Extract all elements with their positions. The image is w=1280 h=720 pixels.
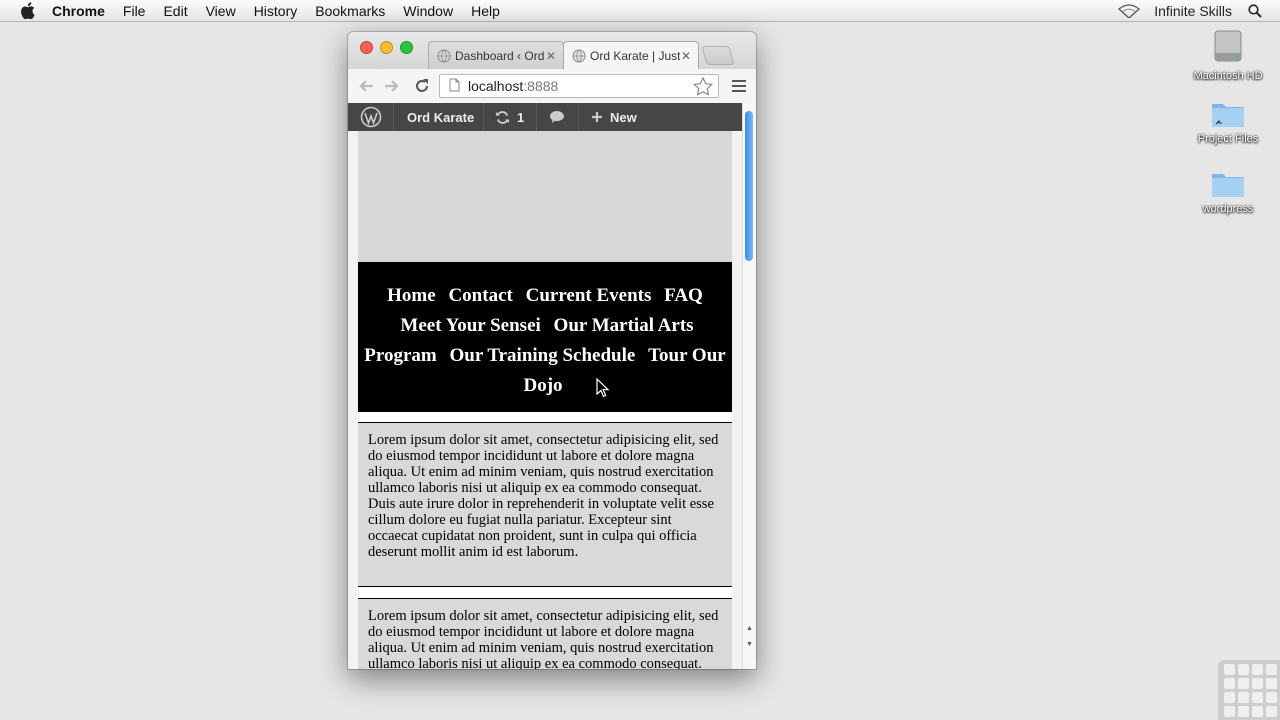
menu-bookmarks[interactable]: Bookmarks xyxy=(315,3,385,19)
forward-arrow-icon[interactable] xyxy=(382,76,402,96)
url-port: :8888 xyxy=(523,78,559,94)
site-navigation: Home Contact Current Events FAQ Meet You… xyxy=(358,262,732,412)
updates-icon xyxy=(495,110,510,124)
desktop-icon-macintosh-hd[interactable]: Macintosh HD xyxy=(1188,29,1268,82)
globe-icon xyxy=(437,49,451,62)
folder-icon xyxy=(1188,100,1268,131)
nav-contact[interactable]: Contact xyxy=(448,285,512,306)
content-box: Lorem ipsum dolor sit amet, consectetur … xyxy=(358,422,732,587)
nav-home[interactable]: Home xyxy=(387,285,436,306)
zoom-window-button[interactable] xyxy=(400,41,413,54)
spaces-grid-icon[interactable] xyxy=(1218,660,1280,720)
scroll-down-arrow-icon[interactable]: ▼ xyxy=(744,641,755,648)
user-name[interactable]: Infinite Skills xyxy=(1154,3,1232,19)
scroll-up-arrow-icon[interactable]: ▲ xyxy=(744,625,755,632)
spotlight-search-icon[interactable] xyxy=(1248,3,1262,18)
tab-strip: Dashboard ‹ Ord ✕ Ord Karate | Just ✕ xyxy=(348,32,756,69)
tab-title: Ord Karate | Just xyxy=(590,48,680,63)
comments-icon[interactable] xyxy=(549,103,565,131)
admin-bar-site-name[interactable]: Ord Karate xyxy=(407,103,474,131)
desktop-icon-project-files[interactable]: Project Files xyxy=(1188,100,1268,145)
new-tab-button[interactable] xyxy=(701,46,735,65)
desktop-icon-wordpress[interactable]: wordpress xyxy=(1188,170,1268,215)
scrollbar-thumb[interactable] xyxy=(745,111,753,261)
vertical-scrollbar[interactable]: ▲ ▼ xyxy=(742,103,756,669)
menu-app-name[interactable]: Chrome xyxy=(52,3,105,19)
tab-title: Dashboard ‹ Ord xyxy=(455,48,545,63)
bookmark-star-icon[interactable] xyxy=(692,76,714,99)
menu-view[interactable]: View xyxy=(206,3,236,19)
desktop-icon-label: Macintosh HD xyxy=(1193,70,1263,82)
chrome-menu-icon[interactable] xyxy=(732,80,746,95)
nav-current-events[interactable]: Current Events xyxy=(526,285,652,306)
folder-icon xyxy=(1188,170,1268,201)
desktop-icon-label: Project Files xyxy=(1197,133,1259,145)
nav-faq[interactable]: FAQ xyxy=(664,285,703,306)
menu-history[interactable]: History xyxy=(254,3,298,19)
page-icon xyxy=(449,78,460,95)
minimize-window-button[interactable] xyxy=(380,41,393,54)
wordpress-logo-icon[interactable] xyxy=(360,103,382,131)
menu-help[interactable]: Help xyxy=(471,3,500,19)
hard-drive-icon xyxy=(1188,29,1268,68)
mouse-cursor-icon xyxy=(596,378,610,398)
menu-window[interactable]: Window xyxy=(403,3,453,19)
content-box: Lorem ipsum dolor sit amet, consectetur … xyxy=(358,598,732,669)
apple-menu-icon[interactable] xyxy=(18,1,38,21)
desktop-icon-label: wordpress xyxy=(1202,203,1254,215)
updates-count: 1 xyxy=(517,109,525,125)
address-bar[interactable]: localhost:8888 xyxy=(439,74,719,98)
browser-window: Dashboard ‹ Ord ✕ Ord Karate | Just ✕ lo… xyxy=(348,32,756,669)
header-image xyxy=(358,131,732,262)
wp-admin-bar: Ord Karate 1 New xyxy=(348,103,743,131)
mac-menu-bar: Chrome File Edit View History Bookmarks … xyxy=(0,0,1280,22)
wifi-icon[interactable] xyxy=(1118,3,1141,18)
nav-meet-your-sensei[interactable]: Meet Your Sensei xyxy=(400,315,540,336)
browser-toolbar: localhost:8888 xyxy=(348,69,756,104)
menu-file[interactable]: File xyxy=(123,3,146,19)
close-tab-icon[interactable]: ✕ xyxy=(545,49,557,63)
tab-ord-karate[interactable]: Ord Karate | Just ✕ xyxy=(563,41,699,69)
globe-icon xyxy=(572,49,586,62)
url-host: localhost xyxy=(468,78,524,94)
tab-dashboard[interactable]: Dashboard ‹ Ord ✕ xyxy=(428,41,564,69)
site-page: Home Contact Current Events FAQ Meet You… xyxy=(358,131,732,669)
menu-edit[interactable]: Edit xyxy=(163,3,187,19)
admin-bar-updates[interactable]: 1 xyxy=(495,103,524,131)
plus-icon xyxy=(592,112,602,122)
close-tab-icon[interactable]: ✕ xyxy=(680,49,692,63)
nav-training-schedule[interactable]: Our Training Schedule xyxy=(450,345,636,366)
reload-icon[interactable] xyxy=(412,76,432,96)
close-window-button[interactable] xyxy=(360,41,373,54)
page-viewport: Ord Karate 1 New Home Contact Current Ev… xyxy=(348,103,756,669)
new-label: New xyxy=(610,109,637,125)
back-arrow-icon[interactable] xyxy=(356,76,376,96)
admin-bar-new[interactable]: New xyxy=(591,103,637,131)
